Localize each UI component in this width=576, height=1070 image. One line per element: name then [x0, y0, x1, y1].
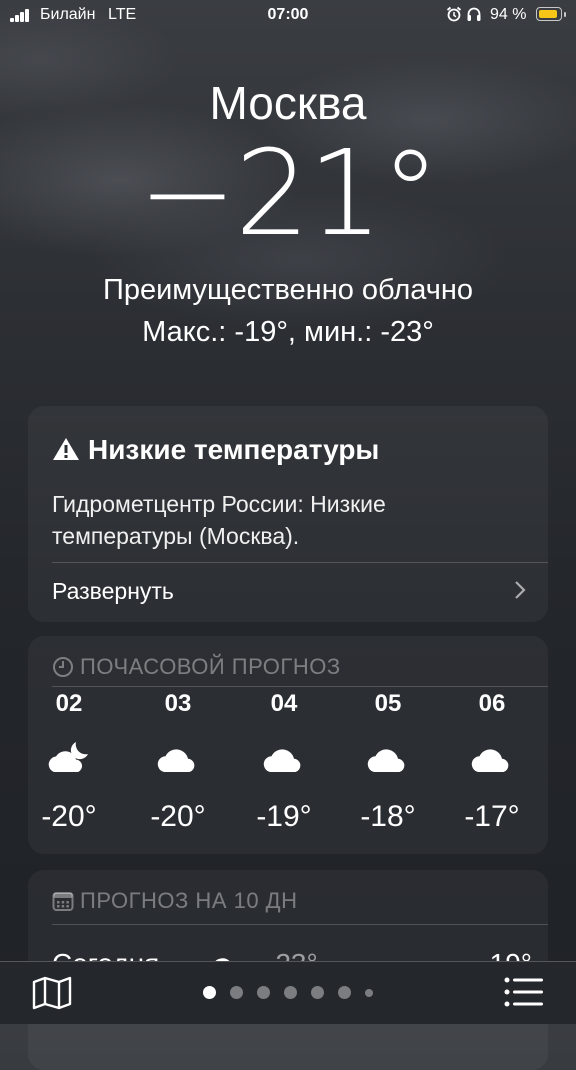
daily-forecast-title: ПРОГНОЗ НА 10 ДН	[80, 888, 298, 913]
weather-alert-card[interactable]: Низкие температуры Гидрометцентр России:…	[28, 406, 548, 622]
cloud-icon	[157, 749, 195, 772]
city-name: Москва	[209, 77, 367, 129]
hourly-forecast-card[interactable]: ПОЧАСОВОЙ ПРОГНОЗ 02 -20° 03 -20° 04 -19…	[28, 636, 548, 854]
page-dot[interactable]	[203, 986, 216, 999]
warning-icon	[53, 438, 79, 460]
headphones-icon	[467, 7, 481, 21]
hourly-item: 05 -18°	[343, 690, 433, 834]
cloud-icon	[263, 749, 301, 772]
bottom-toolbar	[0, 961, 576, 1024]
expand-button[interactable]: Развернуть	[52, 578, 174, 605]
daily-forecast-header: ПРОГНОЗ НА 10 ДН	[52, 888, 297, 914]
hour-label: 04	[270, 690, 298, 717]
hour-temperature: -20°	[150, 800, 206, 833]
status-bar: Билайн LTE 07:00 94 %	[0, 0, 576, 32]
hourly-item: 06 -17°	[447, 690, 537, 834]
hour-label: 06	[478, 690, 506, 717]
hour-label: 03	[164, 690, 192, 717]
page-dot[interactable]	[338, 986, 351, 999]
divider	[52, 686, 548, 687]
hour-label: 05	[374, 690, 402, 717]
chevron-right-icon[interactable]	[514, 580, 526, 600]
alert-body: Гидрометцентр России: Низкие температуры…	[52, 491, 386, 549]
clock-icon	[53, 657, 73, 677]
cloud-icon	[471, 749, 509, 772]
hour-temperature: -18°	[360, 800, 416, 833]
hourly-forecast-header: ПОЧАСОВОЙ ПРОГНОЗ	[52, 654, 341, 680]
hourly-item: 04 -19°	[239, 690, 329, 834]
hourly-forecast-title: ПОЧАСОВОЙ ПРОГНОЗ	[80, 654, 341, 679]
cloud-icon	[367, 749, 405, 772]
page-indicator[interactable]	[0, 986, 576, 999]
battery-icon	[536, 7, 566, 21]
page-dot[interactable]	[230, 986, 243, 999]
battery-percent: 94 %	[490, 6, 527, 23]
divider	[52, 562, 548, 563]
alert-title-row: Низкие температуры	[52, 434, 379, 466]
hourly-item: 02 -20°	[24, 690, 114, 834]
page-dot[interactable]	[284, 986, 297, 999]
current-temperature: −21°	[137, 124, 440, 262]
weather-condition: Преимущественно облачно	[102, 274, 474, 306]
page-dot[interactable]	[365, 988, 373, 997]
hour-label: 02	[55, 690, 83, 717]
hour-temperature: -19°	[256, 800, 312, 833]
list-icon[interactable]	[504, 976, 544, 1008]
partly-cloudy-night-icon	[48, 742, 88, 772]
divider	[52, 924, 548, 925]
alarm-icon	[446, 6, 462, 22]
page-dot[interactable]	[257, 986, 270, 999]
page-dot[interactable]	[311, 986, 324, 999]
hour-temperature: -20°	[41, 800, 97, 833]
alert-title: Низкие температуры	[88, 434, 380, 465]
hour-temperature: -17°	[464, 800, 520, 833]
hourly-item: 03 -20°	[133, 690, 223, 834]
calendar-icon	[52, 892, 74, 911]
high-low-temperature: Макс.: -19°, мин.: -23°	[142, 316, 434, 348]
